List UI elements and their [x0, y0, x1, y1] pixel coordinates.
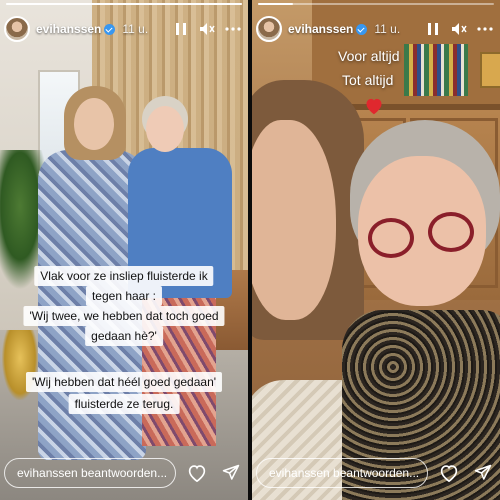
username[interactable]: evihanssen — [36, 22, 101, 36]
pause-button[interactable] — [170, 18, 192, 40]
story-header: evihanssen 11 u. — [4, 12, 244, 46]
heart-icon — [188, 465, 206, 482]
story-header: evihanssen 11 u. — [256, 12, 496, 46]
person-older-woman-glasses — [342, 120, 500, 500]
more-icon — [225, 27, 241, 31]
caption-line: 'Wij hebben dat héél goed gedaan' — [25, 372, 223, 392]
overlay-text-line: Voor altijd — [338, 48, 400, 64]
caption-line: 'Wij twee, we hebben dat toch goed — [23, 306, 225, 326]
overlay-text-line: Tot altijd — [342, 72, 394, 88]
mute-icon — [200, 23, 215, 35]
caption-line: Vlak voor ze insliep fluisterde ik — [34, 266, 214, 286]
verified-badge-icon — [356, 23, 368, 35]
avatar[interactable] — [256, 16, 282, 42]
pause-icon — [428, 23, 438, 35]
caption-line: fluisterde ze terug. — [68, 394, 180, 414]
story-timestamp: 11 u. — [122, 22, 149, 36]
mute-icon — [452, 23, 467, 35]
story-timestamp: 11 u. — [374, 22, 401, 36]
send-icon — [474, 464, 492, 480]
reply-input[interactable]: evihanssen beantwoorden... — [256, 458, 428, 488]
story-footer: evihanssen beantwoorden... — [4, 456, 244, 490]
reply-placeholder: evihanssen beantwoorden... — [17, 466, 168, 480]
send-icon — [222, 464, 240, 480]
more-options-button[interactable] — [474, 18, 496, 40]
like-button[interactable] — [184, 460, 210, 486]
story-progress-bar — [6, 3, 242, 5]
books — [404, 44, 468, 96]
share-button[interactable] — [218, 460, 244, 486]
story-footer: evihanssen beantwoorden... — [256, 456, 496, 490]
share-button[interactable] — [470, 460, 496, 486]
verified-badge-icon — [104, 23, 116, 35]
caption-line: gedaan hè?' — [85, 326, 163, 346]
pause-icon — [176, 23, 186, 35]
more-options-button[interactable] — [222, 18, 244, 40]
mute-button[interactable] — [196, 18, 218, 40]
story-panel-right[interactable]: evihanssen 11 u. Voor altijd Tot altijd … — [252, 0, 500, 500]
story-progress-fill — [258, 3, 294, 5]
heart-icon — [440, 465, 458, 482]
avatar[interactable] — [4, 16, 30, 42]
mute-button[interactable] — [448, 18, 470, 40]
reply-placeholder: evihanssen beantwoorden... — [269, 466, 420, 480]
like-button[interactable] — [436, 460, 462, 486]
more-icon — [477, 27, 493, 31]
red-heart-sticker-icon — [366, 98, 382, 115]
picture-frame — [480, 52, 500, 88]
caption-line: tegen haar : — [85, 286, 163, 306]
pause-button[interactable] — [422, 18, 444, 40]
story-progress-fill — [6, 3, 242, 5]
reply-input[interactable]: evihanssen beantwoorden... — [4, 458, 176, 488]
story-panel-left[interactable]: evihanssen 11 u. Vlak voor ze insliep fl… — [0, 0, 248, 500]
story-progress-bar — [258, 3, 494, 5]
username[interactable]: evihanssen — [288, 22, 353, 36]
